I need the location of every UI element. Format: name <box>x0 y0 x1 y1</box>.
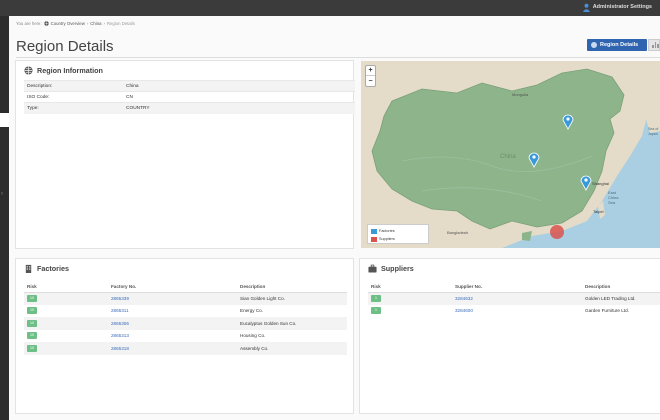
chart-view-button[interactable] <box>648 39 660 51</box>
supplier-description: Golden LED Trading Ltd. <box>582 292 660 305</box>
factories-table: Risk Factory No. Description 10 2865339 … <box>24 282 347 355</box>
info-row-type: Type: COUNTRY <box>24 102 355 114</box>
column-header-factory-no[interactable]: Factory No. <box>108 282 237 293</box>
factory-number-link[interactable]: 2865318 <box>108 342 237 355</box>
factories-title: Factories <box>37 264 69 273</box>
svg-text:Bangladesh: Bangladesh <box>447 230 468 235</box>
region-information-header: Region Information <box>24 66 103 75</box>
region-details-button[interactable]: Region Details <box>587 39 647 51</box>
risk-badge: 10 <box>27 295 37 302</box>
person-icon[interactable] <box>582 3 591 12</box>
left-sidebar: › <box>0 16 9 420</box>
page-title: Region Details <box>16 38 114 55</box>
breadcrumb-separator: › <box>86 21 89 26</box>
svg-text:Sea: Sea <box>608 200 616 205</box>
breadcrumb-item-current: Region Details <box>106 21 135 26</box>
svg-text:China: China <box>500 154 516 160</box>
info-value: China <box>123 80 355 92</box>
factories-header: Factories <box>24 264 69 273</box>
top-bar: Administrator Settings <box>0 0 660 16</box>
column-header-risk[interactable]: Risk <box>24 282 108 293</box>
legend-label: Suppliers <box>379 237 395 241</box>
info-label: Type: <box>24 102 123 114</box>
info-label: Description: <box>24 80 123 92</box>
info-row-description: Description: China <box>24 80 355 92</box>
column-header-description[interactable]: Description <box>237 282 347 293</box>
info-value: COUNTRY <box>123 102 355 114</box>
globe-icon <box>43 21 49 26</box>
legend-swatch <box>371 236 377 242</box>
sidebar-tab[interactable] <box>0 113 9 127</box>
map-legend: Factories Suppliers <box>367 224 429 244</box>
risk-badge: 10 <box>27 344 37 352</box>
globe-icon <box>24 66 33 75</box>
suppliers-panel: Suppliers Risk Supplier No. Description … <box>359 258 660 414</box>
factory-number-link[interactable]: 2865313 <box>108 330 237 343</box>
table-row[interactable]: 1 3284600 Garden Furniture Ltd. <box>368 305 660 318</box>
svg-text:Sea of: Sea of <box>648 127 658 131</box>
factory-description: Housing Co. <box>240 333 266 339</box>
table-row[interactable]: 10 2865318 Assembly Co. <box>24 342 347 355</box>
column-header-risk[interactable]: Risk <box>368 282 452 293</box>
title-divider <box>16 57 660 58</box>
table-row[interactable]: 10 2865339 Sian Golden Light Co. <box>24 292 347 305</box>
supplier-cluster-marker[interactable] <box>550 225 564 239</box>
risk-badge: 10 <box>27 332 37 340</box>
risk-badge: 1 <box>371 295 381 302</box>
table-row[interactable]: 10 2865306 Eucalyptus Golden Sun Co. <box>24 317 347 330</box>
zoom-out-button[interactable]: − <box>366 76 375 86</box>
breadcrumb-item-china[interactable]: China <box>90 21 101 26</box>
legend-item-suppliers: Suppliers <box>371 235 425 243</box>
breadcrumb-separator: › <box>103 21 105 26</box>
region-information-table: Description: China ISO Code: CN Type: CO… <box>24 80 355 114</box>
user-settings-link[interactable]: Administrator Settings <box>593 4 652 10</box>
info-row-iso-code: ISO Code: CN <box>24 91 355 103</box>
legend-swatch <box>371 228 377 234</box>
suppliers-header: Suppliers <box>368 264 414 273</box>
svg-text:Taipei: Taipei <box>593 209 604 214</box>
map-canvas[interactable]: Mongolia China Shanghai East China Sea T… <box>362 61 660 248</box>
svg-text:Japan: Japan <box>648 132 658 136</box>
table-row[interactable]: 1 3284632 Golden LED Trading Ltd. <box>368 292 660 305</box>
supplier-description: Garden Furniture Ltd. <box>585 308 629 314</box>
expand-sidebar-icon[interactable]: › <box>1 191 3 197</box>
region-details-button-label: Region Details <box>600 42 639 48</box>
region-information-title: Region Information <box>37 66 103 75</box>
info-value: CN <box>123 91 355 103</box>
breadcrumb-item-country-overview[interactable]: Country Overview <box>51 21 85 26</box>
risk-badge: 10 <box>27 319 37 327</box>
globe-icon <box>591 42 597 48</box>
building-icon <box>25 264 32 273</box>
factory-description: Assembly Co. <box>237 342 347 355</box>
briefcase-icon <box>368 264 377 273</box>
column-header-supplier-no[interactable]: Supplier No. <box>452 282 582 293</box>
suppliers-table: Risk Supplier No. Description 1 3284632 … <box>368 282 660 317</box>
svg-text:Shanghai: Shanghai <box>592 181 609 186</box>
suppliers-title: Suppliers <box>381 264 414 273</box>
factory-number-link[interactable]: 2865339 <box>108 292 237 305</box>
zoom-in-button[interactable]: + <box>366 66 375 76</box>
map-zoom-control: + − <box>365 65 376 87</box>
risk-badge: 10 <box>27 307 37 315</box>
breadcrumb-prefix: You are here: <box>16 21 42 26</box>
legend-item-factories: Factories <box>371 227 425 235</box>
risk-badge: 1 <box>371 307 381 315</box>
region-information-panel: Region Information Description: China IS… <box>15 60 355 249</box>
factory-description: Eucalyptus Golden Sun Co. <box>237 317 347 330</box>
info-label: ISO Code: <box>24 91 123 103</box>
factories-panel: Factories Risk Factory No. Description 1… <box>15 258 354 414</box>
table-row[interactable]: 10 2865313 Housing Co. <box>24 330 347 343</box>
column-header-description[interactable]: Description <box>582 282 660 293</box>
legend-label: Factories <box>379 229 395 233</box>
factory-number-link[interactable]: 2865311 <box>108 305 237 318</box>
supplier-number-link[interactable]: 3284632 <box>452 292 582 305</box>
supplier-number-link[interactable]: 3284600 <box>452 305 582 318</box>
factory-description: Sian Golden Light Co. <box>237 292 347 305</box>
table-row[interactable]: 10 2865311 Energy Co. <box>24 305 347 318</box>
region-map[interactable]: Mongolia China Shanghai East China Sea T… <box>361 61 660 248</box>
svg-text:Mongolia: Mongolia <box>512 92 529 97</box>
factory-number-link[interactable]: 2865306 <box>108 317 237 330</box>
breadcrumb: You are here: Country Overview › China ›… <box>16 21 135 26</box>
factory-description: Energy Co. <box>240 308 263 314</box>
